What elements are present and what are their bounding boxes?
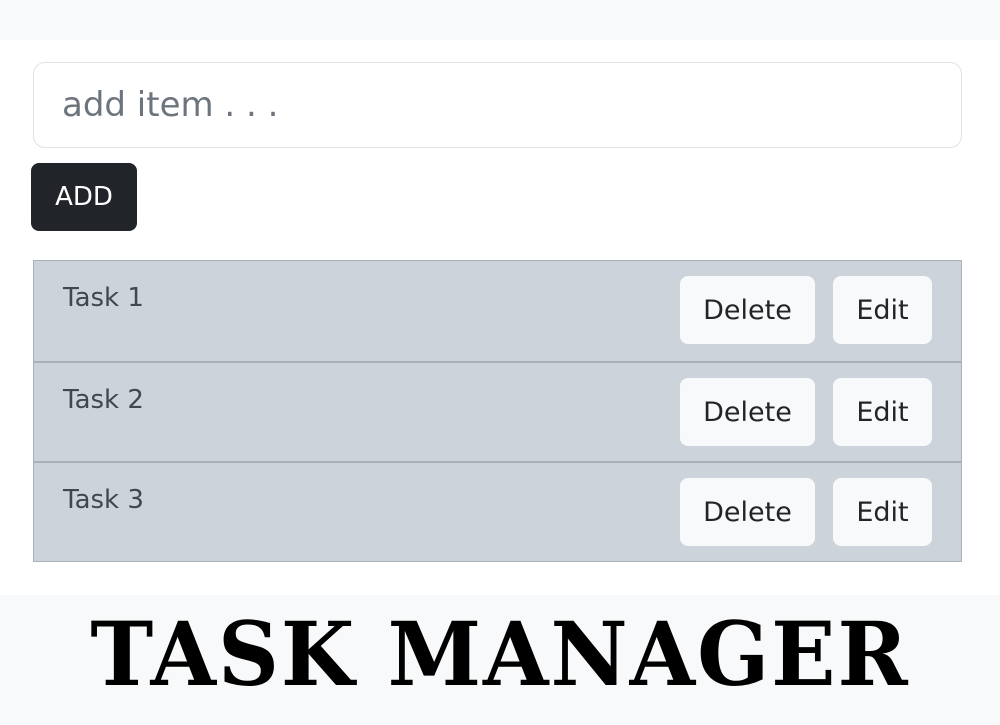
edit-button[interactable]: Edit xyxy=(833,478,932,546)
title-banner: TASK MANAGER xyxy=(0,595,1000,725)
delete-button[interactable]: Delete xyxy=(680,478,815,546)
task-row: Task 1 Delete Edit xyxy=(34,261,961,361)
task-list: Task 1 Delete Edit Task 2 Delete Edit Ta… xyxy=(33,260,962,562)
task-row: Task 2 Delete Edit xyxy=(34,361,961,461)
task-label: Task 2 xyxy=(63,385,144,415)
delete-button[interactable]: Delete xyxy=(680,378,815,446)
add-item-input[interactable] xyxy=(33,62,962,148)
delete-button[interactable]: Delete xyxy=(680,276,815,344)
task-label: Task 1 xyxy=(63,283,144,313)
task-row: Task 3 Delete Edit xyxy=(34,461,961,561)
add-button[interactable]: ADD xyxy=(31,163,137,231)
edit-button[interactable]: Edit xyxy=(833,276,932,344)
edit-button[interactable]: Edit xyxy=(833,378,932,446)
banner-title: TASK MANAGER xyxy=(90,602,910,706)
task-label: Task 3 xyxy=(63,485,144,515)
top-strip xyxy=(0,0,1000,40)
